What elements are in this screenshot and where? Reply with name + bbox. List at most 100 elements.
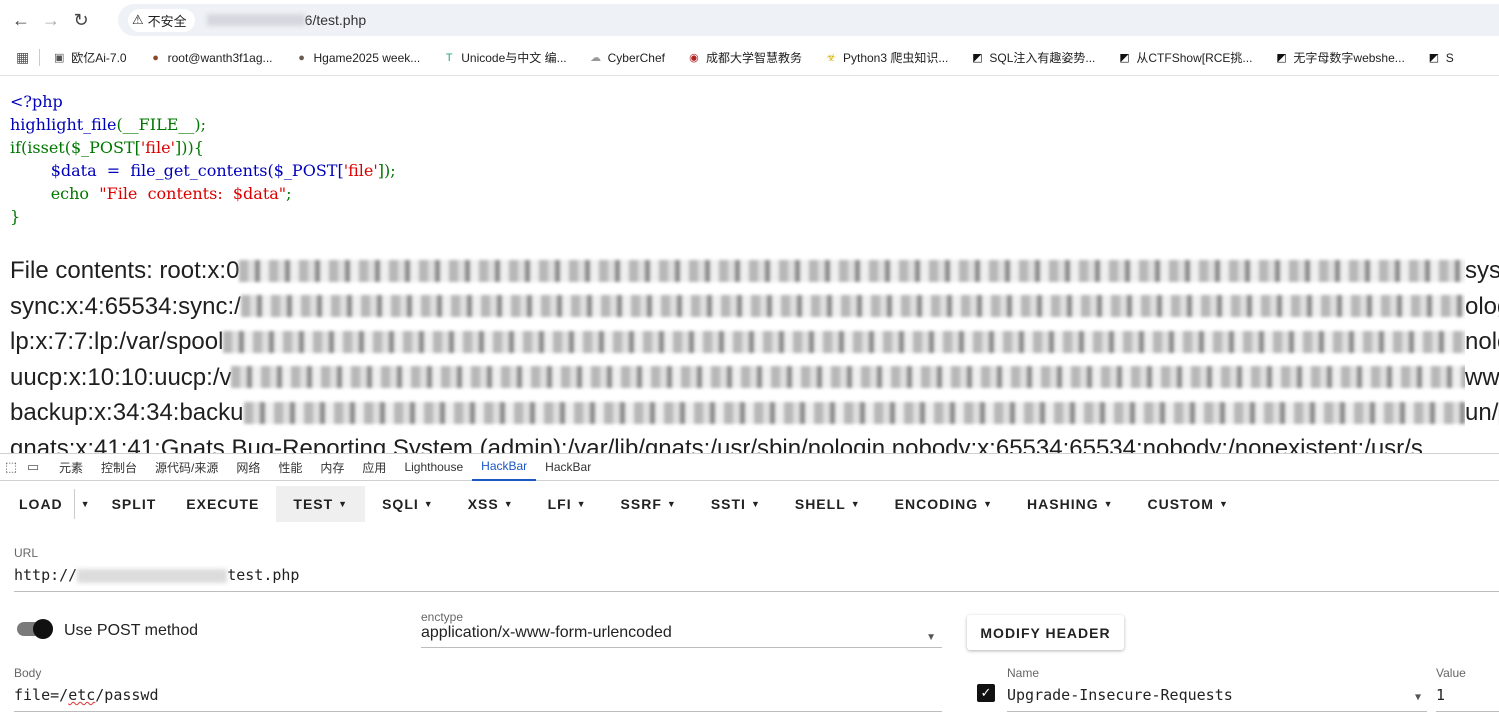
execute-button[interactable]: EXECUTE	[169, 486, 276, 522]
inspect-element-icon[interactable]: ⬚	[0, 459, 22, 475]
chevron-down-icon: ▼	[850, 499, 861, 509]
test-menu-button[interactable]: TEST ▼	[276, 486, 366, 522]
devtools-tab[interactable]: HackBar	[472, 454, 537, 481]
reload-icon[interactable]: ↻	[66, 5, 96, 35]
back-arrow-icon[interactable]: ←	[6, 5, 36, 35]
chevron-down-icon: ▼	[576, 499, 587, 509]
biohazard-icon: ☣	[826, 52, 836, 64]
header-enabled-checkbox[interactable]: ✓	[977, 684, 995, 702]
sqli-menu-button[interactable]: SQLI ▼	[365, 486, 451, 522]
bookmark-item[interactable]: ◩ SQL注入有趣姿势...	[970, 49, 1095, 66]
slash-logo-icon: ◩	[1119, 52, 1130, 64]
post-method-toggle[interactable]	[17, 619, 53, 639]
security-chip[interactable]: ⚠ 不安全	[128, 8, 195, 32]
post-method-label: Use POST method	[64, 622, 198, 639]
output-text: un/	[1465, 395, 1499, 431]
robot-icon: ▣	[54, 52, 65, 64]
slash-logo-icon: ◩	[972, 52, 983, 64]
ssrf-menu-button[interactable]: SSRF ▼	[604, 486, 694, 522]
source-line-close: }	[10, 207, 21, 226]
enctype-select[interactable]: application/x-www-form-urlencoded ▼	[421, 624, 942, 648]
devtools-tab[interactable]: 应用	[353, 454, 395, 481]
lfi-menu-button[interactable]: LFI ▼	[531, 486, 604, 522]
bookmark-item[interactable]: ◩ 从CTFShow[RCE挑...	[1117, 49, 1252, 66]
modify-header-button[interactable]: MODIFY HEADER	[967, 615, 1124, 650]
encoding-menu-button[interactable]: ENCODING ▼	[878, 486, 1010, 522]
highlighted-source: <?php highlight_file(__FILE__); if(isset…	[10, 90, 396, 228]
chevron-down-icon: ▼	[666, 499, 677, 509]
apps-grid-icon[interactable]: ▦	[16, 49, 41, 66]
omnibox[interactable]: ⚠ 不安全 6/test.php	[118, 4, 1499, 36]
avatar-icon: ●	[298, 51, 305, 64]
bookmark-label: S	[1445, 50, 1454, 65]
hashing-menu-button[interactable]: HASHING ▼	[1010, 486, 1130, 522]
bookmark-item[interactable]: ◩ 无字母数字webshe...	[1274, 49, 1405, 66]
output-line: sync:x:4:65534:sync:/ olog	[10, 288, 1499, 324]
bookmark-item[interactable]: T Unicode与中文 编...	[442, 49, 567, 66]
pixelated-redaction	[240, 295, 1499, 318]
ssti-menu-button[interactable]: SSTI ▼	[694, 486, 778, 522]
chevron-down-icon: ▼	[503, 499, 514, 509]
output-text: nolo	[1465, 324, 1499, 360]
devtools-tab[interactable]: Lighthouse	[395, 454, 472, 481]
bookmark-item[interactable]: ◉ 成都大学智慧教务	[687, 49, 802, 66]
output-text: ww	[1465, 359, 1499, 395]
devtools-tab[interactable]: 网络	[227, 454, 269, 481]
bookmark-item[interactable]: ☁ CyberChef	[589, 51, 665, 65]
bookmark-item[interactable]: ● root@wanth3f1ag...	[149, 50, 273, 65]
output-text: olog	[1465, 288, 1499, 324]
bookmark-item[interactable]: ☣ Python3 爬虫知识...	[824, 49, 948, 66]
source-line-3: if(isset($_POST['file'])){	[10, 138, 204, 157]
url-input[interactable]: http://test.php	[14, 566, 1499, 592]
redacted-host	[206, 14, 305, 26]
bookmark-label: root@wanth3f1ag...	[167, 50, 273, 65]
bookmark-label: Python3 爬虫知识...	[843, 51, 949, 65]
load-button[interactable]: LOAD	[8, 486, 76, 522]
devtools-tab[interactable]: 源代码/来源	[146, 454, 227, 481]
output-line: File contents: root:x:0 sys	[10, 253, 1499, 289]
chef-hat-icon: ☁	[590, 52, 602, 64]
output-line: gnats:x:41:41:Gnats Bug-Reporting System…	[10, 431, 1499, 454]
enctype-label: enctype	[421, 610, 464, 624]
header-value-input[interactable]: 1	[1436, 686, 1499, 712]
source-line-4: $data = file_get_contents($_POST['file']…	[10, 161, 396, 180]
output-line: uucp:x:10:10:uucp:/v ww	[10, 359, 1499, 395]
custom-menu-button[interactable]: CUSTOM ▼	[1131, 486, 1246, 522]
bookmark-item[interactable]: ● Hgame2025 week...	[295, 51, 420, 65]
forward-arrow-icon[interactable]: →	[36, 5, 66, 35]
devtools-tab[interactable]: 性能	[269, 454, 311, 481]
load-dropdown-caret[interactable]: ▼	[77, 486, 99, 522]
source-line-2: highlight_file(__FILE__);	[10, 115, 207, 134]
bookmarks-bar: ▦ ▣ 欧亿Ai-7.0 ● root@wanth3f1ag... ● Hgame2025…	[0, 40, 1499, 76]
source-line-open-tag: <?php	[10, 92, 63, 111]
pixelated-redaction	[223, 330, 1499, 353]
bookmark-item[interactable]: ▣ 欧亿Ai-7.0	[52, 49, 127, 66]
shell-menu-button[interactable]: SHELL ▼	[778, 486, 878, 522]
devtools-tab[interactable]: 元素	[50, 454, 92, 481]
output-text: sys	[1465, 253, 1499, 289]
xss-menu-button[interactable]: XSS ▼	[451, 486, 531, 522]
device-toolbar-icon[interactable]: ▭	[22, 459, 44, 475]
bookmark-label: 欧亿Ai-7.0	[71, 51, 127, 65]
devtools-tab[interactable]: 内存	[311, 454, 353, 481]
devtools-tab[interactable]: 控制台	[92, 454, 146, 481]
redacted-host	[77, 568, 228, 583]
output-text: File contents: root:x:0	[10, 257, 240, 284]
warning-triangle-icon: ⚠	[132, 12, 144, 27]
devtools-tab[interactable]: HackBar	[536, 454, 600, 481]
bookmark-label: 无字母数字webshe...	[1293, 51, 1405, 65]
slash-logo-icon: ◩	[1428, 52, 1439, 64]
output-line: lp:x:7:7:lp:/var/spool nolo	[10, 324, 1499, 360]
chevron-down-icon: ▼	[926, 632, 936, 643]
output-text: backup:x:34:34:backu	[10, 399, 244, 426]
chevron-down-icon: ▼	[1103, 499, 1114, 509]
toggle-knob	[33, 619, 53, 639]
file-output: File contents: root:x:0 sys sync:x:4:65534…	[10, 253, 1499, 453]
bookmark-item[interactable]: ◩ S	[1427, 51, 1454, 65]
output-line: backup:x:34:34:backu un/	[10, 395, 1499, 431]
url-label: URL	[14, 546, 39, 560]
header-name-input[interactable]: Upgrade-Insecure-Requests ▼	[1007, 686, 1427, 712]
body-input[interactable]: file=/etc/passwd	[14, 686, 942, 712]
split-button[interactable]: SPLIT	[99, 486, 170, 522]
header-name-label: Name	[1007, 666, 1040, 680]
